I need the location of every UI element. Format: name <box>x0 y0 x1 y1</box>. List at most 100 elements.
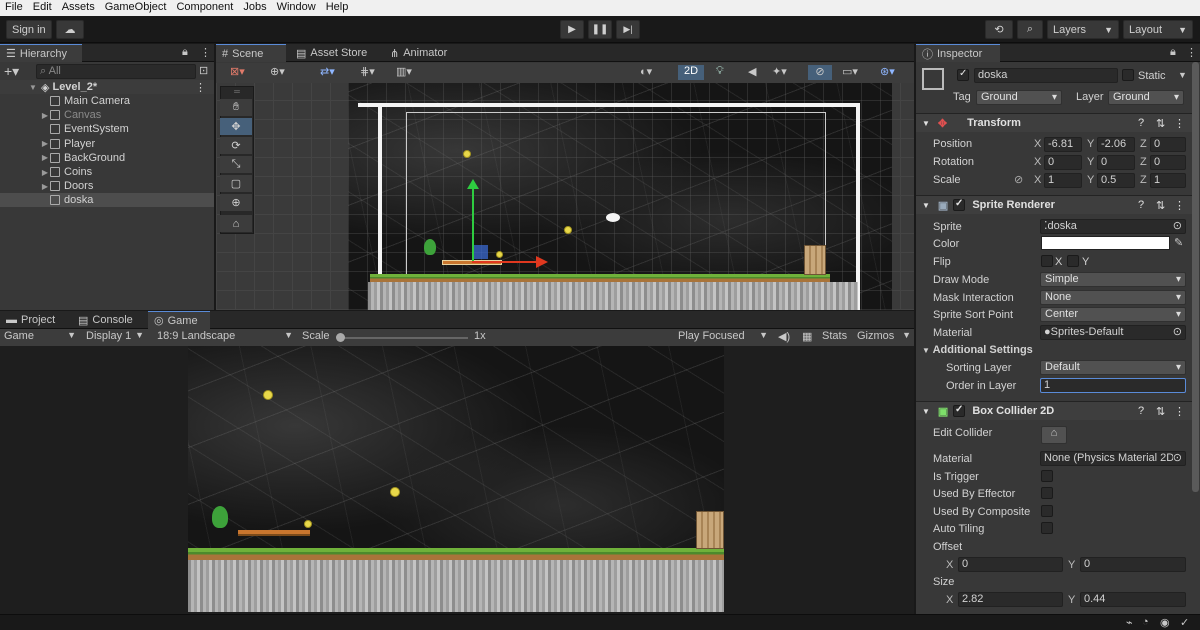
more-icon[interactable]: ⋮ <box>200 46 211 59</box>
tab-project[interactable]: ▬ Project <box>0 311 61 329</box>
order-in-layer-field[interactable]: 1 <box>1040 378 1186 393</box>
box-collider-header[interactable]: ▼ ▣ Box Collider 2D ? ⇅ ⋮ <box>916 401 1192 420</box>
tag-dropdown[interactable]: Ground <box>976 90 1062 105</box>
scale-tool-icon[interactable]: ⤡ <box>220 156 252 173</box>
position-y-field[interactable]: -2.06 <box>1097 137 1135 152</box>
stats-button[interactable]: Stats <box>822 330 847 342</box>
add-icon[interactable]: +▾ <box>4 63 19 80</box>
preset-icon[interactable]: ⇅ <box>1156 117 1165 130</box>
rotate-tool-icon[interactable]: ⟳ <box>220 137 252 154</box>
transform-header[interactable]: ▼ ✥ Transform ? ⇅ ⋮ <box>916 113 1192 132</box>
position-z-field[interactable]: 0 <box>1150 137 1186 152</box>
tab-inspector[interactable]: ⓘ Inspector <box>916 44 1000 62</box>
rotation-y-field[interactable]: 0 <box>1097 155 1135 170</box>
lock-icon[interactable]: 🔒︎ <box>182 46 188 59</box>
gizmos-dropdown[interactable]: Gizmos ▼ <box>857 330 913 345</box>
flip-y-checkbox[interactable] <box>1067 255 1079 267</box>
hierarchy-item[interactable]: ▶ BackGround <box>0 151 214 165</box>
hierarchy-item[interactable]: EventSystem <box>0 122 214 136</box>
tab-animator[interactable]: ⋔ Animator <box>384 44 453 62</box>
gameobject-icon[interactable] <box>922 68 944 90</box>
search-icon[interactable]: ⌕ <box>1017 20 1043 39</box>
used-by-effector-checkbox[interactable] <box>1041 487 1053 499</box>
pause-button[interactable]: ❚❚ <box>588 20 612 39</box>
increment-icon[interactable]: ▥▾ <box>396 65 412 78</box>
hand-tool-icon[interactable]: ✋︎ <box>220 99 252 116</box>
move-tool-icon[interactable]: ✥ <box>220 118 252 135</box>
hierarchy-item[interactable]: Main Camera <box>0 94 214 108</box>
static-checkbox[interactable] <box>1122 69 1134 81</box>
sprite-renderer-enabled-checkbox[interactable] <box>953 198 965 211</box>
used-by-composite-checkbox[interactable] <box>1041 505 1053 517</box>
more-icon[interactable]: ⋮ <box>1174 199 1185 212</box>
flip-x-checkbox[interactable] <box>1041 255 1053 267</box>
tab-console[interactable]: ▤ Console <box>72 311 139 329</box>
hierarchy-item[interactable]: ▶ Doors <box>0 179 214 193</box>
draw-mode-dropdown[interactable]: Simple <box>1040 272 1186 287</box>
gizmo-plane[interactable] <box>474 245 488 259</box>
cloud-icon[interactable]: ☁ <box>56 20 84 39</box>
offset-y-field[interactable]: 0 <box>1080 557 1186 572</box>
expand-icon[interactable]: ▶ <box>40 153 50 162</box>
auto-tiling-checkbox[interactable] <box>1041 522 1053 534</box>
link-icon[interactable]: ⊘ <box>1014 173 1023 186</box>
gizmo-x-axis[interactable] <box>472 261 538 263</box>
menu-help[interactable]: Help <box>321 0 354 16</box>
more-icon[interactable]: ⋮ <box>1174 405 1185 418</box>
move-snap-icon[interactable]: ⇄▾ <box>320 65 335 78</box>
object-picker-icon[interactable]: ⊙ <box>1173 220 1182 233</box>
tab-hierarchy[interactable]: ☰ Hierarchy <box>0 44 82 62</box>
help-icon[interactable]: ? <box>1138 117 1144 129</box>
material-field[interactable]: ●Sprites-Default ⊙ <box>1040 325 1186 340</box>
audio-icon[interactable]: ◀︎ <box>748 65 756 78</box>
edit-collider-button[interactable]: ⌂ <box>1041 426 1067 444</box>
eyedropper-icon[interactable]: ✎ <box>1174 236 1183 249</box>
play-button[interactable]: ▶ <box>560 20 584 39</box>
camera-icon[interactable]: ▭▾ <box>842 65 858 78</box>
mute-audio-icon[interactable]: ◀) <box>778 330 790 343</box>
progress-icon[interactable]: ◔ <box>1142 616 1149 628</box>
menu-gameobject[interactable]: GameObject <box>100 0 172 16</box>
check-icon[interactable]: ✓ <box>1180 616 1189 629</box>
rect-tool-icon[interactable]: ▢ <box>220 175 252 192</box>
collider-material-field[interactable]: None (Physics Material 2D) ⊙ <box>1040 451 1186 466</box>
hierarchy-item[interactable]: doska <box>0 193 214 208</box>
scale-slider[interactable] <box>338 337 468 339</box>
size-x-field[interactable]: 2.82 <box>958 592 1063 607</box>
more-icon[interactable]: ⋮ <box>1174 117 1185 130</box>
play-mode-dropdown[interactable]: Play Focused ▼ <box>678 330 770 345</box>
shading-icon[interactable]: ◐▾ <box>640 65 652 78</box>
more-icon[interactable]: ⋮ <box>195 81 206 94</box>
lock-icon[interactable]: 🔒︎ <box>1170 46 1176 59</box>
expand-icon[interactable]: ▶ <box>40 168 50 177</box>
expand-icon[interactable]: ▶ <box>40 111 50 120</box>
scale-x-field[interactable]: 1 <box>1044 173 1082 188</box>
2d-toggle[interactable]: 2D <box>678 65 704 80</box>
layer-dropdown[interactable]: Ground <box>1108 90 1184 105</box>
gizmo-icon[interactable]: ⊛▾ <box>880 65 895 78</box>
light-icon[interactable]: 💡︎ <box>716 65 724 78</box>
menu-edit[interactable]: Edit <box>28 0 57 16</box>
is-trigger-checkbox[interactable] <box>1041 470 1053 482</box>
name-field[interactable]: doska <box>974 68 1118 83</box>
hierarchy-item[interactable]: ▶ Canvas <box>0 108 214 122</box>
help-icon[interactable]: ? <box>1138 199 1144 211</box>
expand-icon[interactable]: ▶ <box>40 182 50 191</box>
active-checkbox[interactable] <box>957 68 969 81</box>
scene-viewport[interactable] <box>216 83 914 310</box>
box-collider-enabled-checkbox[interactable] <box>953 404 965 417</box>
drag-handle-icon[interactable]: ═ <box>221 87 253 97</box>
tab-asset-store[interactable]: ▤ Asset Store <box>290 44 373 62</box>
menu-jobs[interactable]: Jobs <box>238 0 271 16</box>
hierarchy-item[interactable]: ▶ Coins <box>0 165 214 179</box>
menu-component[interactable]: Component <box>171 0 238 16</box>
gizmo-y-arrow[interactable] <box>467 179 479 189</box>
scale-y-field[interactable]: 0.5 <box>1097 173 1135 188</box>
rotation-z-field[interactable]: 0 <box>1150 155 1186 170</box>
inspector-scrollbar[interactable] <box>1192 62 1199 492</box>
color-swatch[interactable] <box>1041 236 1170 250</box>
help-icon[interactable]: ? <box>1138 405 1144 417</box>
scene-row[interactable]: ▼ ◈ Level_2* ⋮ <box>0 80 214 94</box>
sign-in-button[interactable]: Sign in <box>6 20 52 39</box>
transform-tool-icon[interactable]: ⊕ <box>220 194 252 211</box>
